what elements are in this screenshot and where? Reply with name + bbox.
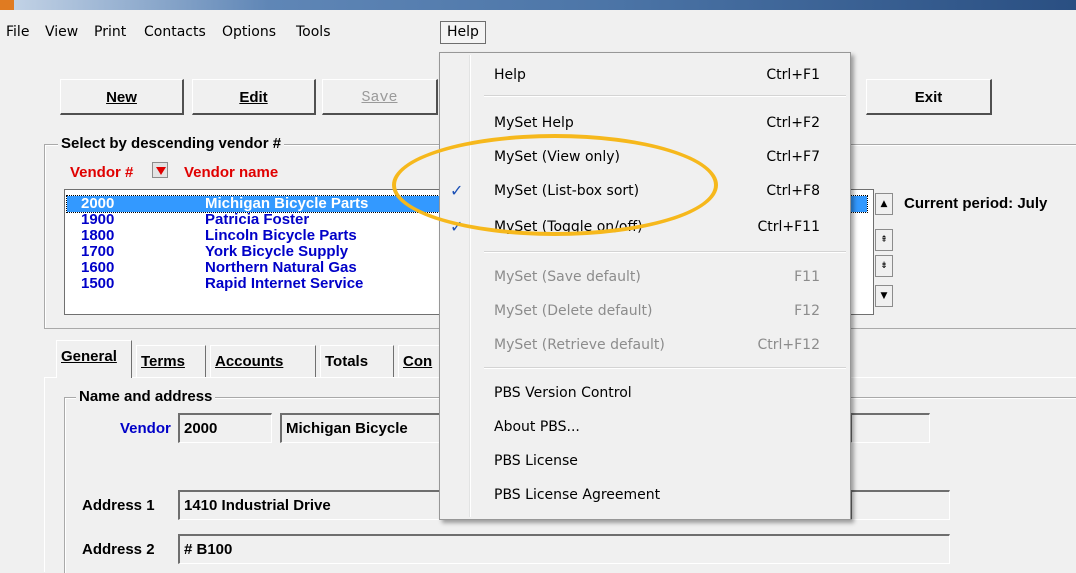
highlight-annotation-ring <box>392 134 718 236</box>
menu-item-help[interactable]: Help Ctrl+F1 <box>440 59 850 91</box>
scroll-top-button[interactable]: ▲ <box>875 193 893 215</box>
vendor-name: Michigan Bicycle Parts <box>205 195 369 212</box>
menu-contacts[interactable]: Contacts <box>144 24 206 40</box>
menu-item-shortcut: F11 <box>794 269 820 285</box>
tab-general-label: General <box>61 348 117 365</box>
vendor-name: Northern Natural Gas <box>205 259 357 276</box>
menu-item-shortcut: Ctrl+F8 <box>766 183 820 199</box>
menu-print[interactable]: Print <box>94 24 126 40</box>
address2-label: Address 2 <box>82 541 155 558</box>
tab-contacts[interactable]: Con <box>398 345 442 377</box>
menu-file[interactable]: File <box>6 24 29 40</box>
list-item[interactable]: 1700 York Bicycle Supply <box>67 244 447 260</box>
vendor-number-header[interactable]: Vendor # <box>70 164 133 181</box>
menu-item-about[interactable]: About PBS... <box>440 411 850 443</box>
vendor-number-field[interactable]: 2000 <box>178 413 272 443</box>
app-icon <box>0 0 14 10</box>
list-item[interactable]: 1600 Northern Natural Gas <box>67 260 447 276</box>
menu-item-label: About PBS... <box>494 419 580 435</box>
vendor-number: 2000 <box>81 195 115 212</box>
vendor-name: York Bicycle Supply <box>205 243 349 260</box>
menu-item-myset-save-default[interactable]: MySet (Save default) F11 <box>440 261 850 293</box>
sort-descending-icon[interactable] <box>152 162 168 178</box>
menu-item-myset-help[interactable]: MySet Help Ctrl+F2 <box>440 107 850 139</box>
menu-item-shortcut: Ctrl+F12 <box>757 337 820 353</box>
vendor-name: Patricia Foster <box>205 211 310 228</box>
page-down-button[interactable]: ⇟ <box>875 255 893 277</box>
menu-separator <box>484 95 846 97</box>
menu-item-label: PBS License Agreement <box>494 487 661 503</box>
vendor-number: 1500 <box>81 275 115 292</box>
vendor-name-header[interactable]: Vendor name <box>184 164 278 181</box>
address1-label: Address 1 <box>82 497 155 514</box>
window-title-bar <box>0 0 1076 10</box>
menu-item-label: MySet (Delete default) <box>494 303 653 319</box>
vendor-number: 1700 <box>81 243 115 260</box>
tab-totals[interactable]: Totals <box>320 345 394 377</box>
page-up-button[interactable]: ⇞ <box>875 229 893 251</box>
menu-separator <box>484 251 846 253</box>
menu-item-license[interactable]: PBS License <box>440 445 850 477</box>
tab-totals-label: Totals <box>325 353 369 370</box>
menu-item-label: MySet (Retrieve default) <box>494 337 665 353</box>
vendor-number: 1900 <box>81 211 115 228</box>
scroll-bottom-button[interactable]: ▼ <box>875 285 893 307</box>
menu-item-shortcut: F12 <box>794 303 820 319</box>
address2-field[interactable]: # B100 <box>178 534 950 564</box>
menu-item-shortcut: Ctrl+F11 <box>757 219 820 235</box>
menu-options[interactable]: Options <box>222 24 276 40</box>
menu-item-license-agreement[interactable]: PBS License Agreement <box>440 479 850 511</box>
tab-contacts-label: Con <box>403 353 433 370</box>
menu-separator <box>484 367 846 369</box>
menu-item-label: MySet Help <box>494 115 574 131</box>
menu-item-myset-delete-default[interactable]: MySet (Delete default) F12 <box>440 295 850 327</box>
tab-terms-label: Terms <box>141 353 185 370</box>
menu-help[interactable]: Help <box>440 21 486 44</box>
save-button-label: Save <box>361 89 398 106</box>
vendor-name-field[interactable]: Michigan Bicycle <box>280 413 440 443</box>
list-item[interactable]: 1500 Rapid Internet Service <box>67 276 447 292</box>
exit-button[interactable]: Exit <box>866 79 992 115</box>
vendor-name-field-end <box>850 413 930 443</box>
select-group-label: Select by descending vendor # <box>58 135 285 152</box>
tab-terms[interactable]: Terms <box>136 345 206 377</box>
menu-view[interactable]: View <box>45 24 78 40</box>
address1-field[interactable]: 1410 Industrial Drive <box>178 490 440 520</box>
tab-accounts[interactable]: Accounts <box>210 345 316 377</box>
new-button-label: New <box>106 89 137 106</box>
tab-general[interactable]: General <box>56 340 132 378</box>
address1-field-end <box>850 490 950 520</box>
vendor-name: Lincoln Bicycle Parts <box>205 227 357 244</box>
tab-accounts-label: Accounts <box>215 353 284 370</box>
menu-item-shortcut: Ctrl+F1 <box>766 67 820 83</box>
list-item[interactable]: 1800 Lincoln Bicycle Parts <box>67 228 447 244</box>
menu-item-shortcut: Ctrl+F7 <box>766 149 820 165</box>
vendor-number: 1600 <box>81 259 115 276</box>
menu-item-label: MySet (Save default) <box>494 269 641 285</box>
vendor-number: 1800 <box>81 227 115 244</box>
help-dropdown-menu: Help Ctrl+F1 MySet Help Ctrl+F2 MySet (Vie… <box>439 52 851 520</box>
new-button[interactable]: New <box>60 79 184 115</box>
save-button[interactable]: Save <box>322 79 438 115</box>
menu-item-shortcut: Ctrl+F2 <box>766 115 820 131</box>
menu-item-myset-retrieve-default[interactable]: MySet (Retrieve default) Ctrl+F12 <box>440 329 850 361</box>
edit-button-label: Edit <box>239 89 268 106</box>
menu-bar: File View Print Contacts Options Tools H… <box>0 10 1076 48</box>
vendor-field-label: Vendor <box>120 420 171 437</box>
menu-item-version-control[interactable]: PBS Version Control <box>440 377 850 409</box>
menu-tools[interactable]: Tools <box>296 24 331 40</box>
vendor-name: Rapid Internet Service <box>205 275 364 292</box>
current-period: Current period: July <box>904 195 1048 212</box>
menu-item-label: PBS License <box>494 453 578 469</box>
menu-item-label: PBS Version Control <box>494 385 632 401</box>
list-item[interactable]: 1900 Patricia Foster <box>67 212 447 228</box>
edit-button[interactable]: Edit <box>192 79 316 115</box>
name-address-label: Name and address <box>76 388 216 405</box>
menu-item-label: Help <box>494 67 526 83</box>
exit-button-label: Exit <box>914 89 943 106</box>
